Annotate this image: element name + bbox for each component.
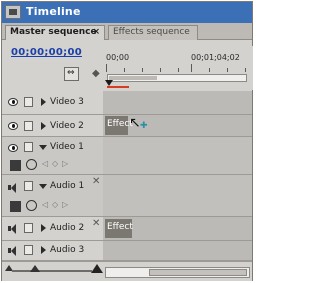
prev-keyframe-icon[interactable]: ◁ [42,159,48,168]
track-name: Video 2 [50,121,84,131]
ruler-label-start: 00;00 [106,53,130,62]
ruler-tick [160,68,161,72]
lock-toggle[interactable] [24,223,33,233]
prev-keyframe-icon[interactable]: ◁ [42,200,48,209]
show-keyframes-icon[interactable] [26,200,37,211]
track-header-audio-2[interactable]: Audio 2 ✕ [2,217,103,241]
expand-track-icon[interactable] [41,122,46,130]
timeline-window: Timeline Master sequence × Effects seque… [1,1,253,281]
snap-icon: ⇔ [67,68,75,78]
scrollbar-thumb[interactable] [149,269,247,276]
ruler-tick [124,68,125,72]
show-keyframes-icon[interactable] [26,159,37,170]
tab-master-sequence-label: Master sequence [10,27,97,37]
collapse-track-icon[interactable] [39,184,47,189]
lock-toggle[interactable] [24,97,33,107]
track-lane-video-3[interactable] [103,91,252,115]
track-header-video-3[interactable]: Video 3 [2,91,103,115]
zoom-in-icon[interactable] [91,264,103,273]
tab-effects-sequence-label: Effects sequence [113,27,190,37]
title-bar[interactable]: Timeline [2,2,252,23]
next-keyframe-icon[interactable]: ▷ [62,200,68,209]
work-area-bar[interactable] [107,86,129,88]
lock-toggle[interactable] [24,142,33,152]
sequence-tabs: Master sequence × Effects sequence [2,23,252,40]
ruler-tick [191,64,192,72]
ruler-tick [245,68,246,72]
track-name: Audio 1 [50,181,85,191]
lock-toggle[interactable] [24,245,33,255]
time-ruler[interactable]: 00;00 00;01;04;02 [105,46,253,90]
ruler-tick [209,68,210,72]
next-keyframe-icon[interactable]: ▷ [62,159,68,168]
mouse-pointer-icon: ↖ [129,115,141,131]
zoom-slider[interactable] [12,270,92,272]
track-name: Audio 3 [50,245,85,255]
expand-track-icon[interactable] [41,224,46,232]
track-name: Video 3 [50,97,84,107]
ruler-label-end: 00;01;04;02 [191,53,240,62]
timeline-window-icon [5,5,21,19]
track-header-video-1[interactable]: Video 1 ◁ ◇ ▷ [2,137,103,175]
drop-effect-icon: ✚ [140,121,148,131]
track-content[interactable]: Effect ↖ ✚ Effect [103,91,252,261]
track-lane-video-2[interactable]: Effect ↖ ✚ [103,115,252,137]
audio-sync-icon: ✕ [92,218,101,229]
snap-button[interactable]: ⇔ [64,67,79,81]
track-header-video-2[interactable]: Video 2 [2,115,103,137]
track-headers: Video 3 Video 2 Video 1 ◁ ◇ ▷ Audio 1 ✕ … [2,91,103,261]
close-tab-icon[interactable]: × [92,27,100,37]
lock-toggle[interactable] [24,121,33,131]
expand-track-icon[interactable] [41,98,46,106]
tab-effects-sequence[interactable]: Effects sequence [108,25,198,40]
track-lane-audio-1[interactable] [103,175,252,217]
audio-sync-icon: ✕ [92,176,101,187]
collapse-track-icon[interactable] [39,145,47,150]
current-timecode[interactable]: 00;00;00;00 [11,47,82,58]
speaker-icon[interactable] [8,183,18,193]
track-lane-audio-2[interactable]: Effect [103,217,252,241]
ruler-tick [106,64,107,72]
track-header-audio-3[interactable]: Audio 3 [2,241,103,261]
speaker-icon[interactable] [8,246,18,256]
add-keyframe-icon[interactable]: ◇ [52,200,58,209]
bottom-bar [2,261,252,281]
window-title: Timeline [26,5,81,18]
speaker-icon[interactable] [8,224,18,234]
track-lane-video-1[interactable] [103,137,252,175]
track-lane-audio-3[interactable] [103,241,252,261]
expand-track-icon[interactable] [41,246,46,254]
ruler-tick [178,68,179,72]
viewing-area-bar[interactable] [107,74,247,82]
eye-icon[interactable] [8,98,18,106]
zoom-slider-handle[interactable] [30,265,40,272]
lock-toggle[interactable] [24,181,33,191]
add-keyframe-icon[interactable]: ◇ [52,159,58,168]
set-marker-icon[interactable]: ◆ [92,68,100,79]
clip-audio-2[interactable]: Effect [105,219,133,238]
display-style-icon[interactable] [10,160,21,171]
ruler-tick [142,68,143,72]
ruler-tick [227,68,228,72]
viewing-area-thumb[interactable] [109,76,157,80]
eye-icon[interactable] [8,122,18,130]
track-name: Video 1 [50,142,84,152]
track-name: Audio 2 [50,223,85,233]
display-style-icon[interactable] [10,201,21,212]
tab-master-sequence[interactable]: Master sequence × [5,25,105,40]
track-header-audio-1[interactable]: Audio 1 ✕ ◁ ◇ ▷ [2,175,103,217]
eye-icon[interactable] [8,144,18,152]
horizontal-scrollbar[interactable] [105,267,250,278]
clip-video-2[interactable]: Effect [105,116,133,135]
